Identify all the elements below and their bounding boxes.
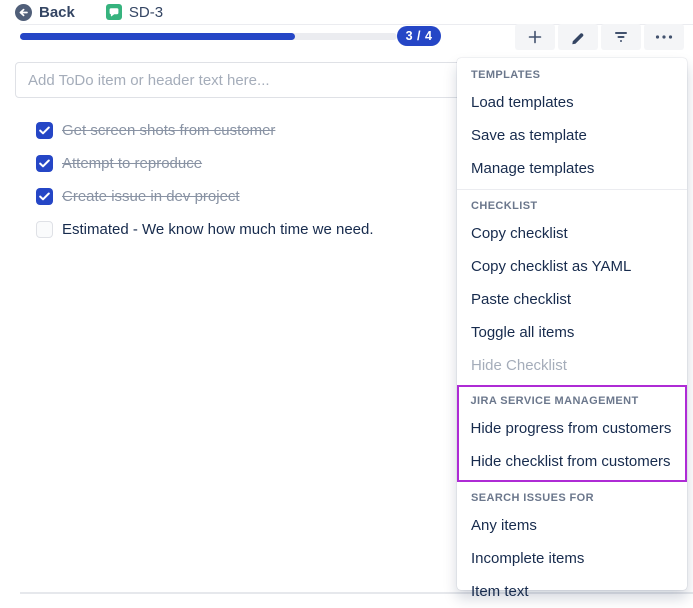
more-options-dropdown-menu: TEMPLATES Load templates Save as templat… xyxy=(457,58,687,590)
menu-item-hide-checklist-from-customers[interactable]: Hide checklist from customers xyxy=(459,445,685,478)
checklist-item-label[interactable]: Attempt to reproduce xyxy=(62,155,202,172)
back-label: Back xyxy=(39,4,75,21)
menu-item-incomplete-items[interactable]: Incomplete items xyxy=(457,542,687,575)
progress-bar-fill xyxy=(20,33,295,40)
checklist-item: Get screen shots from customer xyxy=(36,122,275,139)
checkbox-checked[interactable] xyxy=(36,122,53,139)
checklist-toolbar xyxy=(515,24,684,50)
menu-section-checklist: CHECKLIST Copy checklist Copy checklist … xyxy=(457,200,687,382)
menu-item-manage-templates[interactable]: Manage templates xyxy=(457,152,687,185)
service-request-icon xyxy=(106,4,122,20)
pencil-icon xyxy=(571,30,586,45)
issue-key: SD-3 xyxy=(129,4,163,21)
checkbox-checked[interactable] xyxy=(36,188,53,205)
progress-count-badge: 3 / 4 xyxy=(397,26,441,46)
back-button[interactable]: Back xyxy=(15,4,75,21)
filter-icon xyxy=(613,31,629,43)
checklist-item-label[interactable]: Get screen shots from customer xyxy=(62,122,275,139)
menu-section-title: SEARCH ISSUES FOR xyxy=(471,492,673,504)
checklist-item: Estimated - We know how much time we nee… xyxy=(36,221,374,238)
header-bar: Back SD-3 xyxy=(15,1,163,23)
menu-item-load-templates[interactable]: Load templates xyxy=(457,86,687,119)
menu-item-paste-checklist[interactable]: Paste checklist xyxy=(457,283,687,316)
checklist-item-label[interactable]: Create issue in dev project xyxy=(62,188,240,205)
checkbox-checked[interactable] xyxy=(36,155,53,172)
filter-button[interactable] xyxy=(601,24,641,50)
menu-section-jira-service-management: JIRA SERVICE MANAGEMENT Hide progress fr… xyxy=(457,385,687,482)
menu-item-item-text[interactable]: Item text xyxy=(457,575,687,608)
checkmark-icon xyxy=(39,122,50,140)
menu-item-save-as-template[interactable]: Save as template xyxy=(457,119,687,152)
progress-bar xyxy=(20,33,397,40)
checklist-item: Attempt to reproduce xyxy=(36,155,202,172)
checkmark-icon xyxy=(39,155,50,173)
menu-section-title: JIRA SERVICE MANAGEMENT xyxy=(471,395,674,407)
menu-item-hide-progress-from-customers[interactable]: Hide progress from customers xyxy=(459,412,685,445)
checklist-item: Create issue in dev project xyxy=(36,188,240,205)
plus-icon xyxy=(527,29,543,45)
menu-divider xyxy=(457,189,687,190)
menu-item-copy-checklist[interactable]: Copy checklist xyxy=(457,217,687,250)
checkbox-unchecked[interactable] xyxy=(36,221,53,238)
menu-item-hide-checklist: Hide Checklist xyxy=(457,349,687,382)
menu-section-title: TEMPLATES xyxy=(471,69,673,81)
checkmark-icon xyxy=(39,188,50,206)
menu-item-toggle-all-items[interactable]: Toggle all items xyxy=(457,316,687,349)
menu-item-copy-checklist-as-yaml[interactable]: Copy checklist as YAML xyxy=(457,250,687,283)
edit-button[interactable] xyxy=(558,24,598,50)
menu-section-title: CHECKLIST xyxy=(471,200,673,212)
menu-item-any-items[interactable]: Any items xyxy=(457,509,687,542)
back-circle-arrow-icon xyxy=(15,4,32,21)
menu-section-search-issues-for: SEARCH ISSUES FOR Any items Incomplete i… xyxy=(457,492,687,608)
add-item-button[interactable] xyxy=(515,24,555,50)
ellipsis-icon xyxy=(655,35,673,39)
checklist-item-label[interactable]: Estimated - We know how much time we nee… xyxy=(62,221,374,238)
more-options-button[interactable] xyxy=(644,24,684,50)
issue-chip[interactable]: SD-3 xyxy=(106,4,163,21)
menu-section-templates: TEMPLATES Load templates Save as templat… xyxy=(457,69,687,185)
